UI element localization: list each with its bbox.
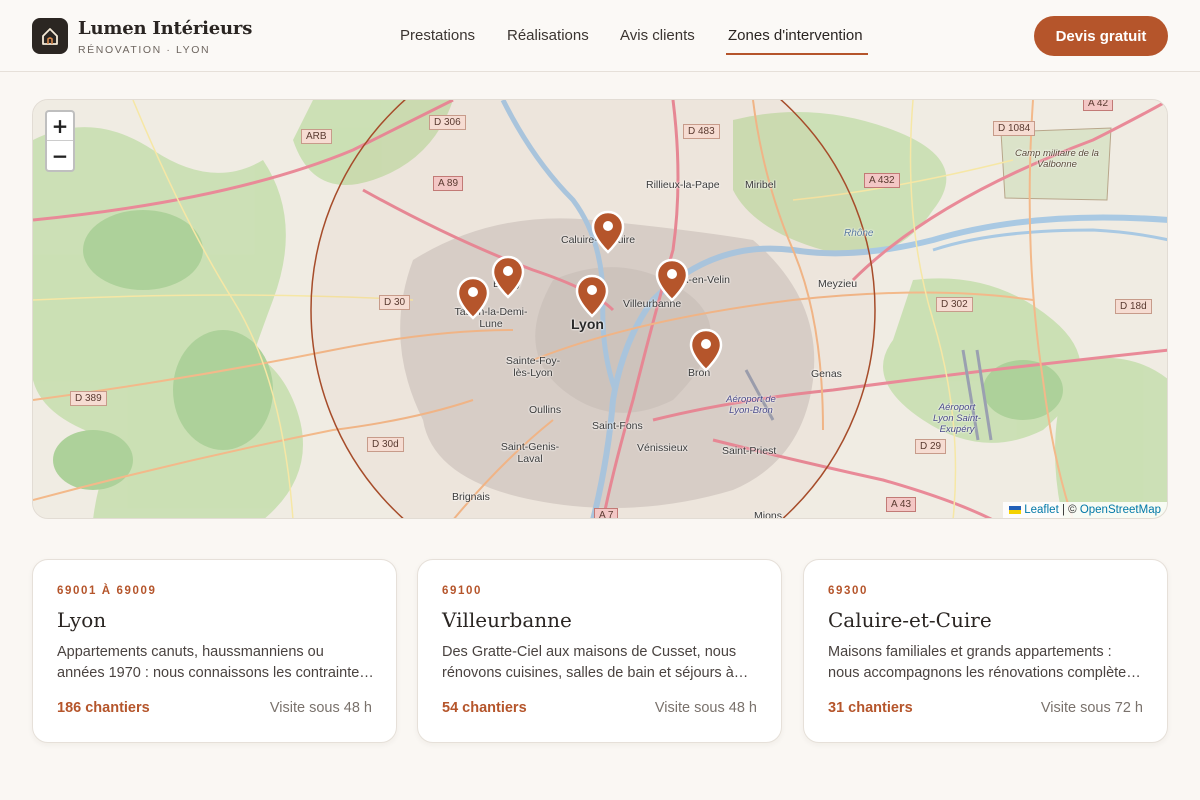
zone-project-count: 186 chantiers — [57, 700, 150, 716]
road-shield: D 389 — [70, 391, 107, 406]
map-city-label: Brignais — [452, 491, 490, 503]
map-marker-icon[interactable] — [491, 255, 525, 299]
zone-description: Des Gratte-Ciel aux maisons de Cusset, n… — [442, 644, 737, 681]
road-shield: D 30d — [367, 437, 404, 452]
zone-visit-delay: Visite sous 48 h — [654, 700, 757, 716]
road-shield: D 18d — [1115, 299, 1152, 314]
map-city-label: Lyon — [571, 316, 604, 332]
zone-card-caluire[interactable]: 69300 Caluire-et-Cuire Maisons familiale… — [803, 559, 1168, 743]
road-shield: D 302 — [936, 297, 973, 312]
map-city-label: Saint-Fons — [592, 420, 643, 432]
ukraine-flag-icon — [1009, 505, 1022, 514]
site-header: Lumen Intérieurs RÉNOVATION · LYON Prest… — [0, 0, 1200, 72]
road-shield: A 89 — [433, 176, 464, 191]
zone-postal-code: 69100 — [442, 585, 482, 597]
map-city-label: Sainte-Foy-lès-Lyon — [505, 355, 561, 379]
map-marker-icon[interactable] — [575, 274, 609, 318]
map-city-label: Rillieux-la-Pape — [646, 179, 720, 191]
map-place-label: Camp militaire de la Valbonne — [1015, 148, 1099, 170]
map-city-label: Meyzieu — [818, 278, 858, 290]
service-area-map[interactable]: Lyon Caluire-et-Cuire Villeurbanne Vaulx… — [32, 99, 1168, 519]
zone-title: Villeurbanne — [442, 608, 572, 632]
brand-tagline: RÉNOVATION · LYON — [78, 44, 211, 56]
zone-visit-delay: Visite sous 48 h — [269, 700, 372, 716]
zone-title: Lyon — [57, 608, 107, 632]
road-shield: A 7 — [594, 508, 619, 518]
map-marker-icon[interactable] — [456, 276, 490, 320]
map-marker-icon[interactable] — [591, 210, 625, 254]
map-city-label: Oullins — [529, 404, 562, 416]
road-shield: ARB — [301, 129, 332, 144]
zone-project-count: 54 chantiers — [442, 700, 527, 716]
zone-postal-code: 69001 À 69009 — [57, 585, 157, 597]
attribution-separator: | © — [1058, 504, 1080, 516]
zone-visit-delay: Visite sous 72 h — [1040, 700, 1143, 716]
road-shield: D 1084 — [993, 121, 1036, 136]
road-shield: A 432 — [864, 173, 900, 188]
map-place-label: Aéroport Lyon Saint-Exupéry — [933, 402, 981, 435]
road-shield: D 29 — [915, 439, 947, 454]
logo[interactable] — [32, 18, 68, 54]
free-quote-button[interactable]: Devis gratuit — [1034, 16, 1168, 56]
nav-item-realisations[interactable]: Réalisations — [507, 27, 589, 44]
active-nav-indicator — [726, 53, 868, 55]
zone-title: Caluire-et-Cuire — [828, 608, 992, 632]
map-marker-icon[interactable] — [689, 328, 723, 372]
zone-card-villeurbanne[interactable]: 69100 Villeurbanne Des Gratte-Ciel aux m… — [417, 559, 782, 743]
house-icon — [42, 28, 58, 45]
zone-card-lyon[interactable]: 69001 À 69009 Lyon Appartements canuts, … — [32, 559, 397, 743]
map-city-label: Saint-Genis-Laval — [500, 441, 560, 465]
nav-item-prestations[interactable]: Prestations — [400, 27, 475, 44]
zoom-control: + − — [45, 110, 75, 172]
road-shield: D 30 — [379, 295, 411, 310]
map-river-label: Rhône — [844, 228, 874, 239]
map-city-label: Vénissieux — [637, 442, 688, 454]
zone-description: Maisons familiales et grands appartement… — [828, 644, 1134, 681]
zone-project-count: 31 chantiers — [828, 700, 913, 716]
road-shield: D 306 — [429, 115, 466, 130]
nav-item-zones[interactable]: Zones d'intervention — [728, 27, 863, 44]
zoom-out-button[interactable]: − — [47, 141, 73, 170]
zoom-in-button[interactable]: + — [47, 112, 73, 141]
nav-item-avis-clients[interactable]: Avis clients — [620, 27, 695, 44]
map-city-label: Genas — [811, 368, 842, 380]
map-city-label: Miribel — [745, 179, 776, 191]
map-city-label: Mions — [754, 510, 783, 519]
road-shield: A 42 — [1083, 100, 1114, 111]
map-marker-icon[interactable] — [655, 258, 689, 302]
map-attribution: Leaflet | © OpenStreetMap — [1003, 502, 1167, 518]
zone-postal-code: 69300 — [828, 585, 868, 597]
openstreetmap-link[interactable]: OpenStreetMap — [1080, 504, 1161, 516]
road-shield: D 483 — [683, 124, 720, 139]
map-place-label: Aéroport de Lyon-Bron — [726, 394, 776, 416]
road-shield: A 43 — [886, 497, 917, 512]
map-city-label: Saint-Priest — [722, 445, 777, 457]
brand-name[interactable]: Lumen Intérieurs — [78, 18, 252, 39]
zone-description: Appartements canuts, haussmanniens ou an… — [57, 644, 367, 681]
leaflet-link[interactable]: Leaflet — [1024, 504, 1059, 516]
